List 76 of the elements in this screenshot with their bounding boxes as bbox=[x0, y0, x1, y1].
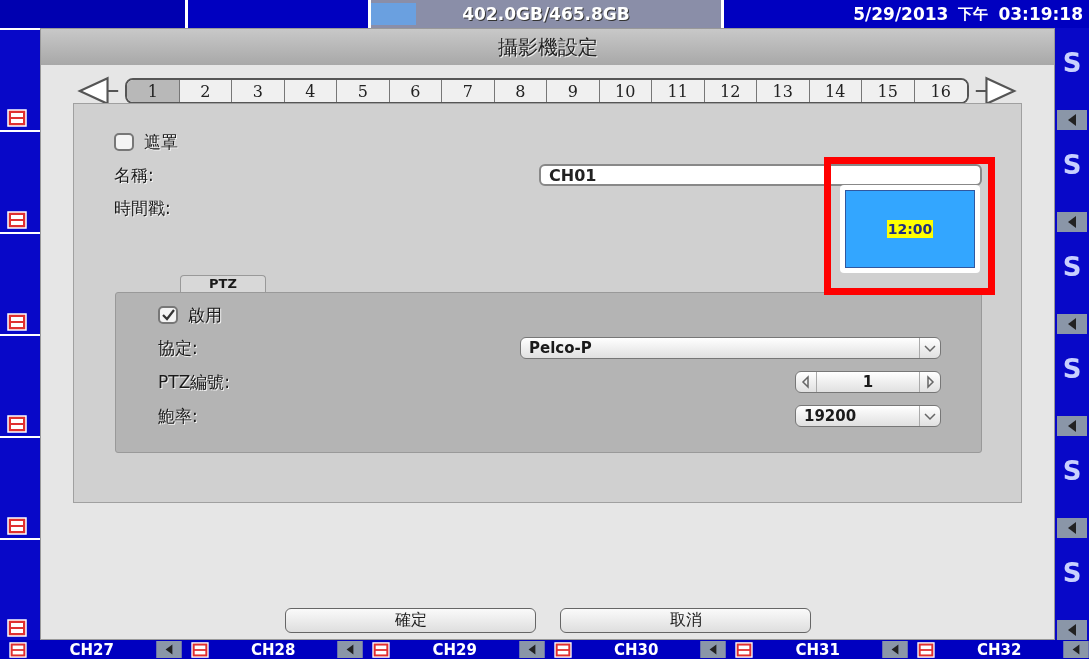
logo-letter: S bbox=[1062, 150, 1082, 180]
enable-label: 啟用 bbox=[188, 303, 222, 327]
camera-tab[interactable]: 2 bbox=[179, 80, 232, 102]
film-icon bbox=[6, 415, 28, 433]
disk-usage-marker bbox=[371, 3, 416, 25]
speaker-icon[interactable] bbox=[881, 641, 908, 658]
speaker-icon[interactable] bbox=[337, 641, 363, 658]
camera-tab[interactable]: 12 bbox=[704, 80, 757, 102]
cancel-button[interactable]: 取消 bbox=[560, 608, 811, 633]
camera-tab[interactable]: 13 bbox=[757, 80, 810, 102]
ptz-tab[interactable]: PTZ bbox=[180, 275, 266, 292]
name-label: 名稱: bbox=[114, 163, 155, 187]
time-text: 03:19:18 bbox=[998, 4, 1083, 24]
name-input-field[interactable]: CH01 bbox=[539, 164, 982, 186]
speaker-icon[interactable] bbox=[1057, 212, 1087, 232]
film-icon bbox=[6, 517, 28, 535]
channel-label: CH29 bbox=[431, 640, 478, 659]
camera-tab[interactable]: 8 bbox=[494, 80, 547, 102]
camera-tab[interactable]: 3 bbox=[232, 80, 285, 102]
film-icon bbox=[734, 641, 754, 658]
timestamp-label: 時間戳: bbox=[114, 197, 172, 220]
camera-tab[interactable]: 6 bbox=[389, 80, 442, 102]
dialog-title: 攝影機設定 bbox=[41, 29, 1054, 65]
camera-tab[interactable]: 7 bbox=[442, 80, 495, 102]
protocol-label: 協定: bbox=[158, 336, 198, 360]
speaker-icon[interactable] bbox=[700, 641, 726, 658]
mask-label: 遮罩 bbox=[144, 130, 178, 154]
camera-tab[interactable]: 10 bbox=[599, 80, 652, 102]
film-icon bbox=[6, 211, 28, 229]
mask-checkbox[interactable] bbox=[114, 133, 134, 151]
film-icon bbox=[8, 641, 28, 658]
channel-label: CH31 bbox=[794, 640, 841, 659]
film-icon bbox=[6, 109, 28, 127]
speaker-icon[interactable] bbox=[1057, 518, 1087, 538]
speaker-icon[interactable] bbox=[1057, 314, 1087, 334]
protocol-dropdown[interactable]: Pelco-P bbox=[520, 337, 941, 359]
speaker-icon[interactable] bbox=[155, 641, 182, 658]
film-icon bbox=[6, 619, 28, 637]
ptz-id-spinner[interactable]: 1 bbox=[795, 371, 941, 393]
film-icon bbox=[915, 641, 936, 658]
enable-checkbox[interactable] bbox=[158, 306, 178, 324]
logo-letter: S bbox=[1062, 252, 1082, 282]
camera-tab[interactable]: 14 bbox=[809, 80, 862, 102]
film-icon bbox=[371, 641, 391, 658]
camera-tab[interactable]: 15 bbox=[862, 80, 915, 102]
ok-button[interactable]: 確定 bbox=[285, 608, 536, 633]
speaker-icon[interactable] bbox=[1057, 110, 1087, 130]
channel-label: CH27 bbox=[68, 640, 115, 659]
disk-usage-text: 402.0GB/465.8GB bbox=[462, 4, 630, 24]
ptz-id-label: PTZ編號: bbox=[158, 370, 230, 394]
film-icon bbox=[552, 641, 573, 658]
speaker-icon[interactable] bbox=[1057, 620, 1087, 640]
film-icon bbox=[189, 641, 210, 658]
camera-tab[interactable]: 5 bbox=[337, 80, 390, 102]
channel-label: CH28 bbox=[250, 640, 297, 659]
timestamp-text: 12:00 bbox=[886, 220, 934, 238]
logo-letter: S bbox=[1062, 354, 1082, 384]
logo-letter: S bbox=[1062, 558, 1082, 588]
logo-letter: S bbox=[1062, 456, 1082, 486]
speaker-icon[interactable] bbox=[1063, 641, 1089, 658]
timestamp-preview[interactable]: 12:00 bbox=[845, 190, 975, 268]
channel-label: CH32 bbox=[976, 640, 1023, 659]
baud-rate-label: 鮑率: bbox=[158, 404, 198, 428]
camera-tab[interactable]: 16 bbox=[914, 80, 967, 102]
period-text: 下午 bbox=[958, 4, 989, 24]
date-text: 5/29/2013 bbox=[853, 4, 949, 24]
logo-letter: S bbox=[1062, 48, 1082, 78]
camera-tab[interactable]: 4 bbox=[284, 80, 337, 102]
camera-tab[interactable]: 9 bbox=[547, 80, 600, 102]
speaker-icon[interactable] bbox=[1057, 416, 1087, 436]
speaker-icon[interactable] bbox=[518, 641, 545, 658]
camera-tab[interactable]: 11 bbox=[652, 80, 705, 102]
channel-label: CH30 bbox=[613, 640, 660, 659]
film-icon bbox=[6, 313, 28, 331]
baud-rate-dropdown[interactable]: 19200 bbox=[795, 405, 941, 427]
camera-tab[interactable]: 1 bbox=[127, 80, 180, 102]
